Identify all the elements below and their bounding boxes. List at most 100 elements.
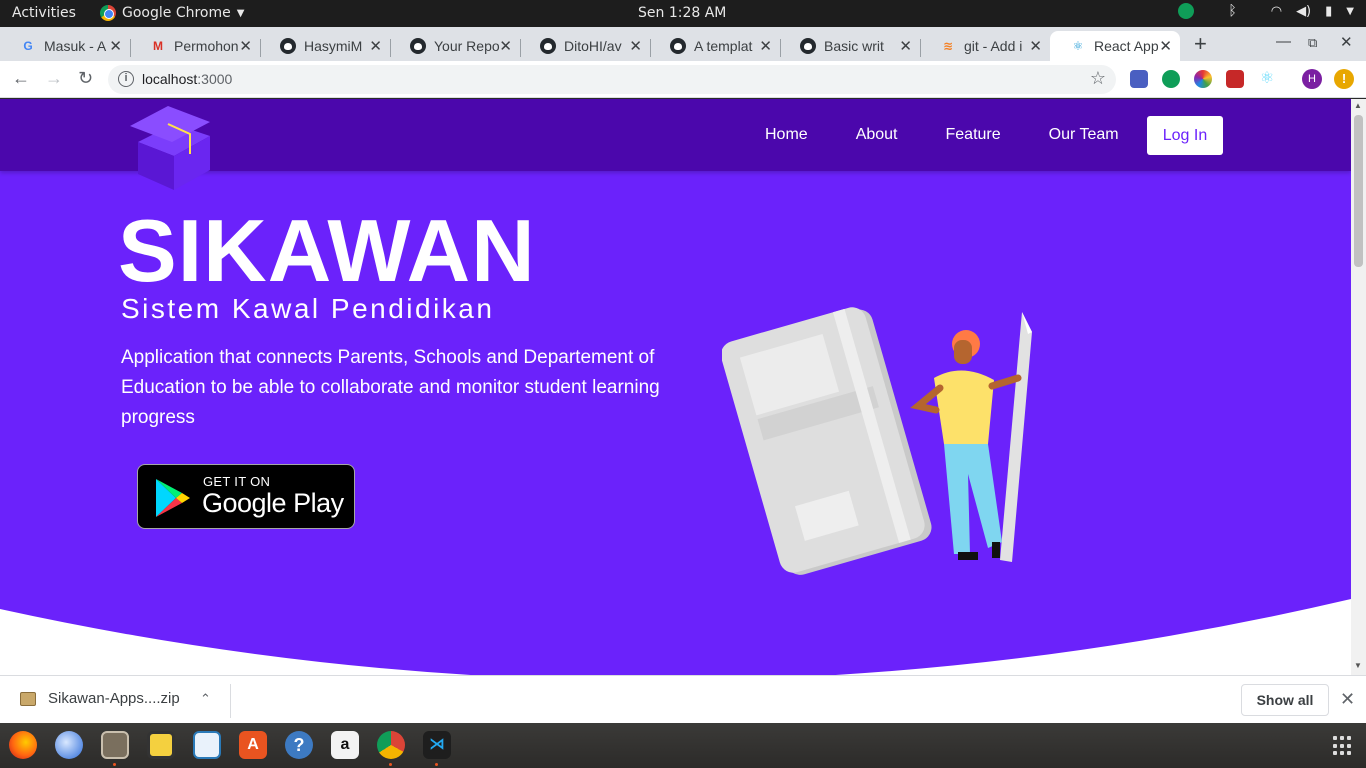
- page-viewport: Home About Feature Our Team Log In SIKAW…: [0, 99, 1351, 675]
- nav-feature[interactable]: Feature: [946, 126, 1001, 144]
- hangouts-extension-icon[interactable]: [1162, 70, 1180, 88]
- tab-7[interactable]: ≋ git - Add i ✕: [920, 31, 1050, 61]
- chevron-down-icon[interactable]: ▼: [1346, 6, 1354, 17]
- tab-3[interactable]: Your Repo ✕: [390, 31, 520, 61]
- nav-home[interactable]: Home: [765, 126, 808, 144]
- github-icon: [670, 38, 686, 54]
- window-close-button[interactable]: ✕: [1340, 33, 1353, 51]
- github-icon: [800, 38, 816, 54]
- minimize-button[interactable]: —: [1276, 33, 1291, 50]
- url-text[interactable]: localhost:3000: [142, 71, 232, 87]
- browser-toolbar: ← → ↻ i localhost:3000 ☆ ⚛ H !: [0, 61, 1366, 98]
- close-icon[interactable]: ✕: [1159, 37, 1172, 55]
- show-applications-icon[interactable]: [1333, 736, 1353, 756]
- system-top-bar: Activities Google Chrome ▼ Sen 1:28 AM ᛒ…: [0, 0, 1366, 27]
- system-tray[interactable]: ᛒ ◠ ◀) ▮ ▼: [1178, 3, 1354, 19]
- app-menu[interactable]: Google Chrome ▼: [100, 5, 244, 21]
- update-menu-icon[interactable]: !: [1334, 69, 1354, 89]
- hero-bottom-wave: [0, 599, 1351, 675]
- tab-2[interactable]: HasymiM ✕: [260, 31, 390, 61]
- github-icon: [540, 38, 556, 54]
- thunderbird-icon[interactable]: [55, 731, 83, 759]
- tab-6[interactable]: Basic writ ✕: [780, 31, 920, 61]
- close-icon[interactable]: ✕: [1340, 689, 1355, 710]
- address-bar[interactable]: i localhost:3000 ☆: [108, 65, 1116, 94]
- close-icon[interactable]: ✕: [629, 37, 642, 55]
- react-devtools-icon[interactable]: ⚛: [1258, 70, 1276, 88]
- close-icon[interactable]: ✕: [109, 37, 122, 55]
- bookmark-star-icon[interactable]: ☆: [1090, 68, 1106, 89]
- tab-1[interactable]: M Permohon ✕: [130, 31, 260, 61]
- chrome-icon: [100, 5, 116, 21]
- tab-4[interactable]: DitoHI/av ✕: [520, 31, 650, 61]
- new-tab-button[interactable]: +: [1194, 31, 1207, 57]
- tab-8-active[interactable]: ⚛ React App ✕: [1050, 31, 1180, 61]
- chevron-up-icon[interactable]: ⌃: [200, 691, 211, 707]
- close-icon[interactable]: ✕: [239, 37, 252, 55]
- app-name: Google Chrome: [122, 5, 231, 21]
- close-icon[interactable]: ✕: [1029, 37, 1042, 55]
- student-notebook-illustration: [722, 307, 1032, 575]
- info-icon[interactable]: i: [118, 71, 134, 87]
- badge-line-1: GET IT ON: [203, 474, 271, 489]
- hero-description: Application that connects Parents, Schoo…: [121, 347, 660, 428]
- github-icon: [410, 38, 426, 54]
- wifi-icon[interactable]: ◠: [1271, 4, 1282, 19]
- volume-icon[interactable]: ◀): [1296, 4, 1311, 19]
- libreoffice-writer-icon[interactable]: [193, 731, 221, 759]
- hero-subtitle: Sistem Kawal Pendidikan: [121, 293, 495, 324]
- red-extension-icon[interactable]: [1226, 70, 1244, 88]
- color-extension-icon[interactable]: [1194, 70, 1212, 88]
- page-scrollbar[interactable]: ▲ ▼: [1351, 99, 1366, 675]
- google-play-icon: [156, 479, 190, 517]
- back-button[interactable]: ←: [12, 68, 30, 89]
- scroll-down-arrow[interactable]: ▼: [1354, 661, 1362, 670]
- badge-line-2: Google Play: [202, 488, 344, 518]
- login-button[interactable]: Log In: [1147, 116, 1223, 155]
- chrome-dock-icon[interactable]: [377, 731, 405, 759]
- firefox-icon[interactable]: [9, 731, 37, 759]
- hero-title: SIKAWAN: [118, 201, 536, 300]
- activities-button[interactable]: Activities: [12, 5, 76, 21]
- hero-section: Home About Feature Our Team Log In SIKAW…: [0, 99, 1351, 675]
- scrollbar-thumb[interactable]: [1354, 115, 1363, 267]
- translate-extension-icon[interactable]: [1130, 70, 1148, 88]
- restore-button[interactable]: ⧉: [1308, 35, 1317, 51]
- tab-5[interactable]: A templat ✕: [650, 31, 780, 61]
- hangouts-icon[interactable]: [1178, 3, 1195, 19]
- nav-links: Home About Feature Our Team: [765, 126, 1119, 144]
- vscode-icon[interactable]: ⋊: [423, 731, 451, 759]
- battery-icon[interactable]: ▮: [1325, 4, 1332, 19]
- gmail-icon: M: [153, 39, 163, 53]
- software-center-icon[interactable]: A: [239, 731, 267, 759]
- ubuntu-dock: A ? a ⋊: [0, 723, 1366, 768]
- close-icon[interactable]: ✕: [369, 37, 382, 55]
- tab-strip: G Masuk - A ✕ M Permohon ✕ HasymiM ✕ You…: [0, 27, 1366, 61]
- rhythmbox-icon[interactable]: [147, 731, 175, 759]
- show-all-button[interactable]: Show all: [1241, 684, 1329, 716]
- reload-button[interactable]: ↻: [78, 68, 93, 89]
- download-item[interactable]: Sikawan-Apps....zip: [20, 690, 180, 707]
- chevron-down-icon: ▼: [236, 7, 245, 19]
- download-shelf: Sikawan-Apps....zip ⌃ Show all ✕: [0, 675, 1366, 723]
- google-icon: G: [23, 39, 33, 53]
- nav-our-team[interactable]: Our Team: [1049, 126, 1119, 144]
- close-icon[interactable]: ✕: [499, 37, 512, 55]
- google-play-badge[interactable]: GET IT ON Google Play: [137, 464, 355, 529]
- tab-0[interactable]: G Masuk - A ✕: [0, 31, 130, 61]
- bluetooth-icon[interactable]: ᛒ: [1228, 3, 1236, 19]
- close-icon[interactable]: ✕: [899, 37, 912, 55]
- amazon-icon[interactable]: a: [331, 731, 359, 759]
- github-icon: [280, 38, 296, 54]
- zip-file-icon: [20, 691, 36, 706]
- clock[interactable]: Sen 1:28 AM: [638, 5, 726, 21]
- help-icon[interactable]: ?: [285, 731, 313, 759]
- graduation-cap-logo[interactable]: [126, 104, 216, 190]
- scroll-up-arrow[interactable]: ▲: [1354, 101, 1362, 110]
- stackoverflow-icon: ≋: [942, 39, 954, 53]
- close-icon[interactable]: ✕: [759, 37, 772, 55]
- files-icon[interactable]: [101, 731, 129, 759]
- forward-button[interactable]: →: [45, 68, 63, 89]
- profile-avatar[interactable]: H: [1302, 69, 1322, 89]
- nav-about[interactable]: About: [856, 126, 898, 144]
